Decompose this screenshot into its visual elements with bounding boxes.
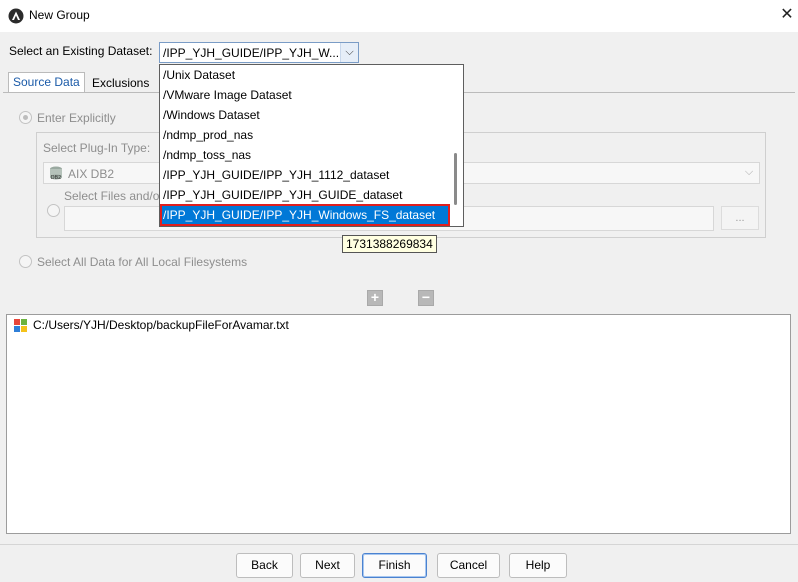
tooltip: 1731388269834 [342,235,437,253]
list-item[interactable]: C:/Users/YJH/Desktop/backupFileForAvamar… [33,318,289,332]
enter-explicitly-label: Enter Explicitly [37,111,116,125]
browse-button[interactable]: ... [721,206,759,230]
dropdown-item[interactable]: /Unix Dataset [161,65,449,85]
dataset-dropdown-list[interactable]: /Unix Dataset /VMware Image Dataset /Win… [159,64,464,227]
plugin-type-value: AIX DB2 [68,167,115,181]
cancel-button[interactable]: Cancel [437,553,500,578]
dropdown-item[interactable]: /IPP_YJH_GUIDE/IPP_YJH_GUIDE_dataset [161,185,449,205]
select-files-radio[interactable] [47,204,60,217]
back-button[interactable]: Back [236,553,293,578]
dropdown-item[interactable]: /ndmp_prod_nas [161,125,449,145]
dropdown-item[interactable]: /IPP_YJH_GUIDE/IPP_YJH_1112_dataset [161,165,449,185]
tab-source-data[interactable]: Source Data [8,72,85,92]
dropdown-scrollbar[interactable] [450,65,463,226]
help-button[interactable]: Help [509,553,567,578]
dataset-label: Select an Existing Dataset: [9,44,153,58]
close-icon[interactable]: ✕ [778,6,796,24]
avamar-logo-icon [8,8,24,24]
scrollbar-thumb[interactable] [454,153,457,205]
title-bar: New Group ✕ [0,0,798,32]
dropdown-item[interactable]: /VMware Image Dataset [161,85,449,105]
add-button[interactable]: + [367,290,383,306]
db2-icon-text: DB2 [51,175,61,181]
all-data-label: Select All Data for All Local Filesystem… [37,255,248,269]
tab-exclusions[interactable]: Exclusions [88,74,153,92]
chevron-down-icon[interactable]: ⌵ [741,166,757,179]
dropdown-item[interactable]: /ndmp_toss_nas [161,145,449,165]
dropdown-item-selected[interactable]: /IPP_YJH_GUIDE/IPP_YJH_Windows_FS_datase… [160,204,450,226]
dropdown-item[interactable]: /Windows Dataset [161,105,449,125]
db2-icon: DB2 [50,166,62,181]
select-files-label: Select Files and/o [64,189,160,203]
dataset-dropdown-value: /IPP_YJH_GUIDE/IPP_YJH_W... [163,46,338,60]
window-title: New Group [29,8,90,22]
next-button[interactable]: Next [300,553,355,578]
windows-file-icon [14,319,27,332]
dataset-dropdown[interactable]: /IPP_YJH_GUIDE/IPP_YJH_W... ⌵ [159,42,359,63]
selected-files-list[interactable]: C:/Users/YJH/Desktop/backupFileForAvamar… [6,314,791,534]
remove-button[interactable]: − [418,290,434,306]
all-data-radio[interactable] [19,255,32,268]
chevron-down-icon[interactable]: ⌵ [340,43,358,62]
finish-button[interactable]: Finish [362,553,427,578]
enter-explicitly-radio[interactable] [19,111,32,124]
plugin-type-label: Select Plug-In Type: [43,141,151,155]
